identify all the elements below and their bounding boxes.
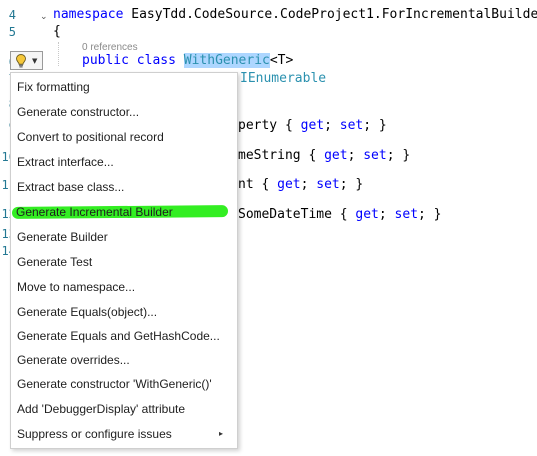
keyword-get: get xyxy=(300,118,325,133)
keyword-get: get xyxy=(277,177,301,192)
code-punct: ; } xyxy=(363,118,387,133)
code-line-open-brace[interactable]: { xyxy=(53,24,61,39)
menu-item-add-debuggerdisplay[interactable]: Add 'DebuggerDisplay' attribute xyxy=(12,397,236,421)
keyword-set: set xyxy=(316,177,340,192)
keyword-get: get xyxy=(324,148,348,163)
type-ienumerable: IEnumerable xyxy=(240,71,327,86)
code-punct: ; } xyxy=(339,177,364,192)
menu-item-extract-interface[interactable]: Extract interface... xyxy=(12,150,236,174)
code-punct: ; xyxy=(324,118,340,133)
codelens-references[interactable]: 0 references xyxy=(82,42,138,53)
property-fragment: meString { xyxy=(238,148,325,163)
menu-item-label: Suppress or configure issues xyxy=(17,427,172,441)
keyword-namespace: namespace xyxy=(53,7,124,22)
property-fragment: perty { xyxy=(238,118,301,133)
menu-item-suppress-configure-issues[interactable]: Suppress or configure issues ▸ xyxy=(12,422,236,446)
code-punct: ; xyxy=(378,207,395,222)
generic-param: <T> xyxy=(269,53,294,68)
menu-item-generate-equals-gethashcode[interactable]: Generate Equals and GetHashCode... xyxy=(12,324,236,348)
quick-actions-menu: Fix formatting Generate constructor... C… xyxy=(10,72,238,449)
code-line-property[interactable]: perty { get; set; } xyxy=(238,118,387,133)
menu-item-extract-base-class[interactable]: Extract base class... xyxy=(12,175,236,199)
code-line-property[interactable]: nt { get; set; } xyxy=(238,177,363,192)
indent-guide xyxy=(58,42,59,66)
menu-item-generate-equals-object[interactable]: Generate Equals(object)... xyxy=(12,300,236,324)
code-line-property[interactable]: SomeDateTime { get; set; } xyxy=(238,207,442,222)
code-line-property[interactable]: meString { get; set; } xyxy=(238,148,410,163)
menu-item-generate-incremental-builder-overlay[interactable]: Generate Incremental Builder xyxy=(11,200,237,224)
namespace-name: EasyTdd.CodeSource.CodeProject1.ForIncre… xyxy=(131,7,537,22)
menu-item-generate-test[interactable]: Generate Test xyxy=(12,250,236,274)
code-line-class[interactable]: public class WithGeneric<T> xyxy=(82,53,293,68)
code-punct: ; xyxy=(347,148,364,163)
menu-item-generate-constructor-withgeneric[interactable]: Generate constructor 'WithGeneric()' xyxy=(12,372,236,396)
code-punct: ; } xyxy=(418,207,442,222)
chevron-down-icon: ▼ xyxy=(32,56,38,65)
line-number: 4 xyxy=(8,8,16,22)
menu-item-generate-builder[interactable]: Generate Builder xyxy=(12,225,236,249)
class-name-selected[interactable]: WithGeneric xyxy=(183,53,270,68)
code-line-namespace[interactable]: namespace EasyTdd.CodeSource.CodeProject… xyxy=(53,7,537,22)
keyword-set: set xyxy=(363,148,387,163)
code-punct: ; } xyxy=(386,148,411,163)
keyword-set: set xyxy=(339,118,364,133)
menu-item-fix-formatting[interactable]: Fix formatting xyxy=(12,75,236,99)
menu-item-convert-positional-record[interactable]: Convert to positional record xyxy=(12,125,236,149)
property-fragment: nt { xyxy=(238,177,278,192)
keyword-get: get xyxy=(355,207,379,222)
line-number: 5 xyxy=(8,25,16,39)
property-fragment: SomeDateTime { xyxy=(238,207,356,222)
submenu-arrow-icon: ▸ xyxy=(218,429,223,438)
collapse-toggle-icon[interactable]: ⌄ xyxy=(40,12,48,22)
keyword-class: class xyxy=(136,53,176,68)
code-line-constraint[interactable]: IEnumerable xyxy=(240,71,326,86)
quick-actions-button[interactable]: ▼ xyxy=(10,51,43,70)
code-punct: ; xyxy=(300,177,317,192)
menu-item-move-to-namespace[interactable]: Move to namespace... xyxy=(12,275,236,299)
keyword-set: set xyxy=(394,207,419,222)
menu-item-generate-constructor[interactable]: Generate constructor... xyxy=(12,100,236,124)
keyword-public: public xyxy=(82,53,129,68)
lightbulb-icon xyxy=(16,53,26,67)
menu-item-generate-overrides[interactable]: Generate overrides... xyxy=(12,348,236,372)
